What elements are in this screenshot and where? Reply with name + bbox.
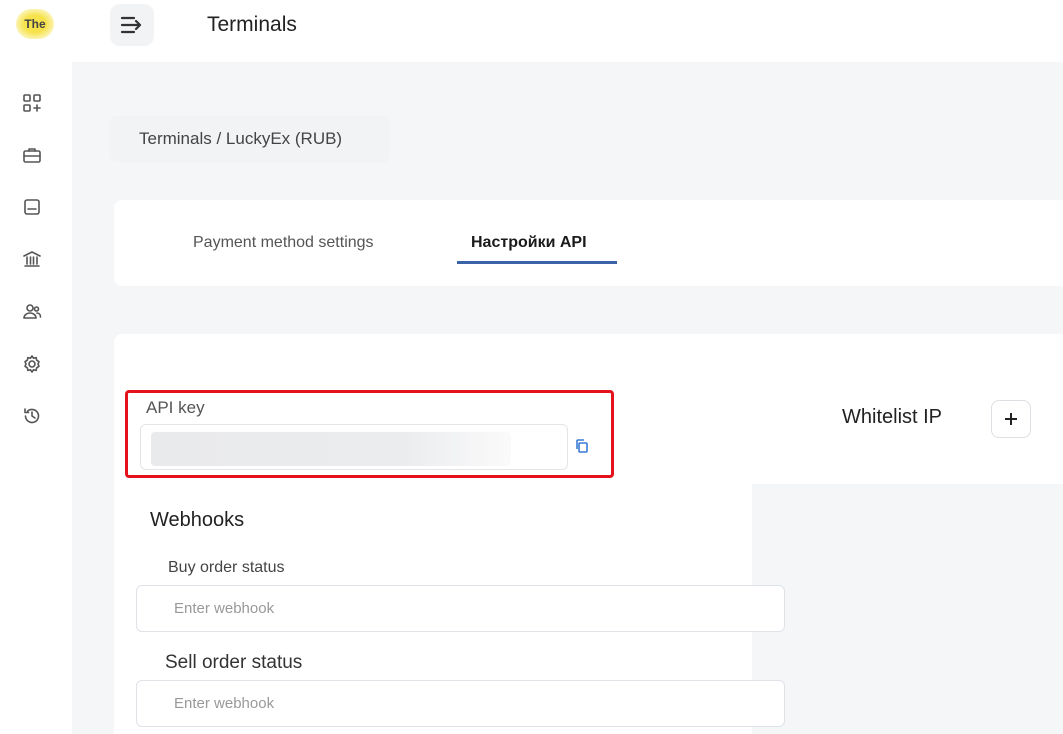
whitelist-ip-label: Whitelist IP (842, 406, 943, 428)
copy-icon[interactable] (574, 438, 590, 454)
plus-icon (1005, 413, 1017, 425)
top-bar: Terminals (72, 0, 1063, 62)
sell-order-webhook-input[interactable] (136, 680, 785, 727)
api-key-field[interactable] (140, 424, 568, 470)
menu-arrow-icon (120, 16, 142, 34)
add-whitelist-ip-button[interactable] (991, 400, 1031, 438)
bank-icon[interactable] (21, 248, 43, 270)
logo-text: The (24, 17, 46, 31)
sidebar: The (0, 0, 72, 734)
webhooks-title: Webhooks (150, 509, 245, 531)
whitelist-panel-background (752, 484, 1063, 734)
buy-order-webhook-input[interactable] (136, 585, 785, 632)
logo[interactable]: The (16, 9, 54, 39)
api-key-label: API key (146, 398, 205, 417)
tab-payment-method-settings[interactable]: Payment method settings (193, 234, 374, 252)
tab-api-settings[interactable]: Настройки API (471, 234, 587, 252)
dashboard-icon[interactable] (21, 92, 43, 114)
sell-order-status-label: Sell order status (165, 652, 303, 673)
tabs-card: Payment method settings Настройки API (114, 200, 1063, 286)
users-icon[interactable] (21, 301, 43, 323)
wallet-icon[interactable] (21, 196, 43, 218)
page-title: Terminals (207, 13, 297, 36)
history-icon[interactable] (21, 405, 43, 427)
breadcrumb: Terminals / LuckyEx (RUB) (110, 116, 390, 162)
active-tab-indicator (457, 261, 617, 264)
api-key-value-blurred (151, 432, 511, 466)
gear-icon[interactable] (21, 353, 43, 375)
briefcase-icon[interactable] (21, 144, 43, 166)
buy-order-status-label: Buy order status (168, 559, 285, 576)
menu-toggle-button[interactable] (110, 4, 154, 46)
